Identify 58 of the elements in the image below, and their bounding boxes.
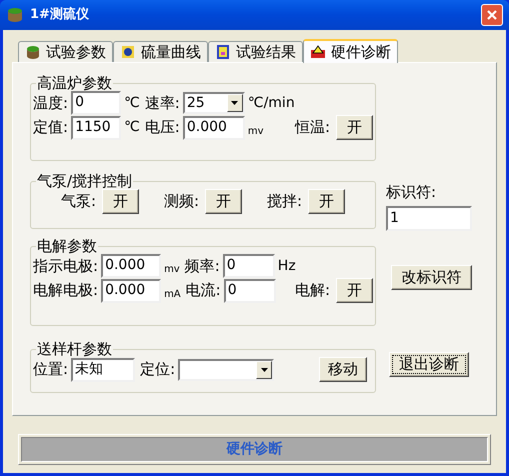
field-label: 电流: bbox=[186, 280, 221, 302]
exit-diagnosis-button[interactable]: 退出诊断 bbox=[389, 352, 469, 376]
field-label: 电解电极: bbox=[33, 280, 98, 302]
field-label: 恒温: bbox=[294, 117, 330, 138]
unit-label: mv bbox=[248, 125, 264, 139]
field-label: 标识符: bbox=[386, 182, 438, 203]
field-label: 位置: bbox=[33, 359, 68, 380]
field-label: 搅拌: bbox=[266, 191, 302, 212]
app-icon bbox=[6, 6, 24, 24]
close-icon bbox=[486, 9, 498, 21]
field-label: 电解: bbox=[294, 280, 330, 302]
drum-icon bbox=[25, 44, 41, 60]
field-label: 定值: bbox=[33, 117, 68, 138]
unit-label: mA bbox=[164, 288, 181, 302]
tab[interactable]: 试验参数 bbox=[18, 41, 113, 62]
input-field[interactable]: 0 bbox=[224, 278, 276, 302]
document-icon bbox=[215, 44, 231, 60]
group-title: 电解参数 bbox=[36, 238, 98, 254]
field-label: 指示电极: bbox=[33, 256, 98, 277]
input-field[interactable]: 0.000 bbox=[101, 278, 162, 302]
tab[interactable]: 试验结果 bbox=[208, 41, 303, 62]
tab[interactable]: 硫量曲线 bbox=[113, 41, 208, 62]
input-field[interactable]: 0.000 bbox=[182, 116, 245, 140]
input-field[interactable]: 0 bbox=[71, 91, 122, 115]
field-label: 温度: bbox=[33, 92, 68, 114]
status-bar: 硬件诊断 bbox=[21, 437, 488, 462]
unit-label: ℃ bbox=[124, 118, 140, 137]
field-label: 测频: bbox=[164, 191, 200, 212]
toggle-button[interactable]: 开 bbox=[205, 189, 242, 214]
input-field[interactable]: 1150 bbox=[71, 116, 122, 140]
tab[interactable]: 硬件诊断 bbox=[303, 39, 398, 63]
window-title: 1#测硫仪 bbox=[30, 6, 90, 24]
field-label: 速率: bbox=[144, 92, 180, 114]
unit-label: mv bbox=[164, 263, 180, 277]
warning-icon bbox=[310, 44, 326, 60]
unit-label: Hz bbox=[278, 256, 296, 276]
input-field[interactable]: 0.000 bbox=[101, 254, 162, 278]
move-button[interactable]: 移动 bbox=[319, 357, 367, 382]
change-identifier-button[interactable]: 改标识符 bbox=[391, 264, 472, 290]
field-label: 频率: bbox=[184, 256, 220, 277]
input-field[interactable]: 0 bbox=[222, 254, 275, 278]
dropdown[interactable] bbox=[178, 358, 274, 380]
dropdown[interactable]: 25 bbox=[182, 92, 245, 114]
toggle-button[interactable]: 开 bbox=[336, 115, 373, 140]
field-label: 电压: bbox=[144, 117, 180, 138]
unit-label: ℃/min bbox=[248, 94, 295, 112]
close-button[interactable] bbox=[481, 4, 503, 26]
unit-label: ℃ bbox=[124, 94, 140, 112]
field-label: 气泵: bbox=[61, 191, 96, 212]
group-title: 送样杆参数 bbox=[36, 341, 113, 357]
toggle-button[interactable]: 开 bbox=[102, 189, 140, 214]
input-field[interactable]: 未知 bbox=[71, 358, 136, 382]
identifier-field[interactable]: 1 bbox=[386, 206, 472, 230]
toggle-button[interactable]: 开 bbox=[308, 189, 345, 214]
field-label: 定位: bbox=[140, 359, 176, 380]
toggle-button[interactable]: 开 bbox=[336, 278, 373, 303]
group-title: 高温炉参数 bbox=[36, 75, 113, 91]
group-title: 气泵/搅拌控制 bbox=[36, 173, 134, 189]
